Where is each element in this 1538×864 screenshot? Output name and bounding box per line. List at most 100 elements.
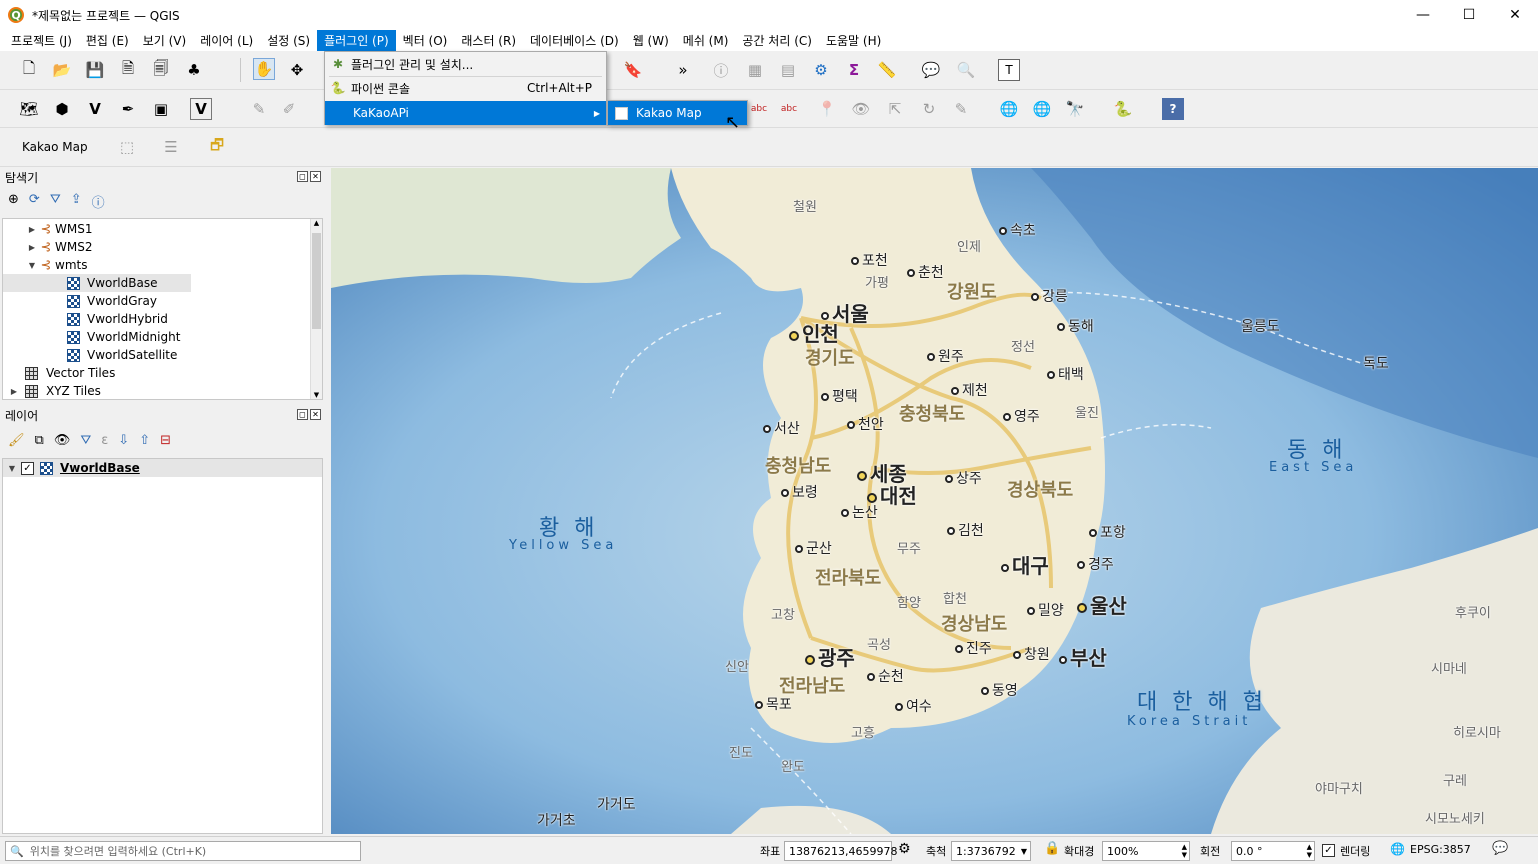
move-label-icon[interactable]: ⇱ xyxy=(884,98,906,120)
locator-search-input[interactable]: 🔍 위치를 찾으려면 입력하세요 (Ctrl+K) xyxy=(5,841,361,861)
toggle-edit-icon[interactable]: ✐ xyxy=(278,98,300,120)
properties-icon[interactable]: ⓘ xyxy=(92,192,105,211)
measure-icon[interactable]: 📏 xyxy=(876,59,898,81)
processing-toolbox-icon[interactable]: ⚙ xyxy=(810,59,832,81)
layout-manager-icon[interactable]: 🗐 xyxy=(150,59,172,81)
filter-legend-icon[interactable]: ⛛ xyxy=(80,433,91,448)
collapse-all-icon[interactable]: ⇧ xyxy=(139,433,150,448)
browser-item-vworldgray[interactable]: VworldGray xyxy=(67,292,157,310)
new-project-icon[interactable]: 🗋 xyxy=(18,59,40,81)
close-panel-icon[interactable]: ✕ xyxy=(310,409,321,420)
messages-icon[interactable]: 💬 xyxy=(1492,841,1508,856)
show-label-icon[interactable]: 👁 xyxy=(850,98,872,120)
map-canvas[interactable]: 철원 속초 포천 인제 가평 춘천 강릉 서울 인천 동해 울릉도 독도 경기도… xyxy=(331,168,1538,834)
render-checkbox[interactable]: ✓ xyxy=(1322,844,1335,857)
menu-database[interactable]: 데이터베이스 (D) xyxy=(523,30,626,51)
menu-project[interactable]: 프로젝트 (J) xyxy=(4,30,79,51)
toolbar-overflow-icon[interactable]: » xyxy=(672,59,694,81)
layer-item-vworldbase[interactable]: ▼ ✓ VworldBase xyxy=(3,459,322,477)
menu-edit[interactable]: 편집 (E) xyxy=(79,30,136,51)
field-calculator-icon[interactable]: ▤ xyxy=(777,59,799,81)
maximize-button[interactable]: ☐ xyxy=(1446,0,1492,30)
digitize-icon[interactable]: ✒ xyxy=(117,98,139,120)
virtual-layer-icon[interactable]: V xyxy=(190,98,212,120)
change-label-icon[interactable]: ✎ xyxy=(950,98,972,120)
manage-visibility-icon[interactable]: 👁 xyxy=(54,433,71,448)
new-print-layout-icon[interactable]: 🗎 xyxy=(117,59,139,81)
menu-item-kakaoapi[interactable]: KaKaoAPi ▶ xyxy=(325,101,606,125)
add-wcs-icon[interactable]: 🌐 xyxy=(1031,98,1053,120)
help-icon[interactable]: ? xyxy=(1162,98,1184,120)
magnifier-field[interactable]: 100% ▲ ▼ xyxy=(1102,841,1190,861)
add-wms-icon[interactable]: 🌐 xyxy=(998,98,1020,120)
expand-all-icon[interactable]: ⇩ xyxy=(118,433,129,448)
pin-label-icon[interactable]: 📍 xyxy=(816,98,838,120)
text-annotation-icon[interactable]: T xyxy=(998,59,1020,81)
float-panel-icon[interactable]: ◻ xyxy=(297,171,308,182)
select-features-icon[interactable]: ⬚ xyxy=(116,136,138,158)
add-group-icon[interactable]: ⧉ xyxy=(35,433,44,448)
python-console-icon[interactable]: 🐍 xyxy=(1112,98,1134,120)
minimize-button[interactable]: — xyxy=(1400,0,1446,30)
rotation-field[interactable]: 0.0 ° ▲ ▼ xyxy=(1231,841,1315,861)
remove-layer-icon[interactable]: ⊟ xyxy=(160,433,171,448)
label-highlight-icon[interactable]: abc xyxy=(778,98,800,120)
attribute-table-icon[interactable]: ▦ xyxy=(744,59,766,81)
zoom-to-layer-icon[interactable]: 🔍 xyxy=(955,59,977,81)
menu-plugins[interactable]: 플러그인 (P) xyxy=(317,30,396,51)
deselect-icon[interactable]: 🗗 xyxy=(206,136,228,158)
scrollbar-thumb[interactable] xyxy=(312,233,321,329)
style-panel-icon[interactable]: 🖌 xyxy=(8,433,25,448)
close-panel-icon[interactable]: ✕ xyxy=(310,171,321,182)
statistics-icon[interactable]: Σ xyxy=(843,59,865,81)
menu-help[interactable]: 도움말 (H) xyxy=(819,30,888,51)
coordinate-field[interactable]: 13876213,4659978 xyxy=(784,841,897,861)
menu-item-python-console[interactable]: 🐍 파이썬 콘솔 Ctrl+Alt+P xyxy=(325,76,606,100)
map-tips-icon[interactable]: 💬 xyxy=(920,59,942,81)
filter-browser-icon[interactable]: ⛛ xyxy=(50,192,61,211)
browser-scrollbar[interactable]: ▲ ▼ xyxy=(310,219,322,399)
toggle-extents-icon[interactable]: ⚙ xyxy=(898,841,911,857)
edit-pencil-icon[interactable]: ✎ xyxy=(248,98,270,120)
menu-raster[interactable]: 래스터 (R) xyxy=(454,30,523,51)
select-attributes-icon[interactable]: ☰ xyxy=(160,136,182,158)
collapse-all-icon[interactable]: ⇪ xyxy=(71,192,82,211)
menu-item-manage-plugins[interactable]: ✱ 플러그인 관리 및 설치... xyxy=(325,52,606,76)
chevron-down-icon[interactable]: ▼ xyxy=(1021,847,1027,856)
browser-item-vworldbase[interactable]: VworldBase xyxy=(3,274,191,292)
metasearch-icon[interactable]: 🔭 xyxy=(1064,98,1086,120)
filter-expression-icon[interactable]: ε xyxy=(101,433,108,448)
add-raster-icon[interactable]: ▣ xyxy=(150,98,172,120)
browser-item-vworldsatellite[interactable]: VworldSatellite xyxy=(67,346,177,364)
data-source-manager-icon[interactable]: 🗺 xyxy=(18,98,40,120)
bookmark-icon[interactable]: 🔖 xyxy=(622,59,644,81)
browser-item-vector-tiles[interactable]: Vector Tiles xyxy=(25,364,115,382)
spinner-icon[interactable]: ▲ ▼ xyxy=(1182,843,1187,859)
menu-processing[interactable]: 공간 처리 (C) xyxy=(735,30,819,51)
pan-map-icon[interactable]: ✋ xyxy=(253,58,275,80)
add-selected-layers-icon[interactable]: ⊕ xyxy=(8,192,19,211)
menu-view[interactable]: 보기 (V) xyxy=(136,30,193,51)
menu-settings[interactable]: 설정 (S) xyxy=(260,30,317,51)
add-vector-layer-icon[interactable]: V xyxy=(84,98,106,120)
kakao-map-button[interactable]: Kakao Map xyxy=(22,140,88,154)
crs-button[interactable]: EPSG:3857 xyxy=(1410,843,1471,856)
browser-item-vworldhybrid[interactable]: VworldHybrid xyxy=(67,310,168,328)
browser-item-wmts[interactable]: ▼ ⊰ wmts xyxy=(27,256,88,274)
lock-icon[interactable]: 🔒 xyxy=(1044,841,1060,856)
label-tool-icon[interactable]: abc xyxy=(748,98,770,120)
browser-item-wms1[interactable]: ▶ ⊰ WMS1 xyxy=(27,220,93,238)
spinner-icon[interactable]: ▲ ▼ xyxy=(1307,843,1312,859)
identify-icon[interactable]: ⓘ xyxy=(710,59,732,81)
menu-vector[interactable]: 벡터 (O) xyxy=(396,30,455,51)
browser-item-vworldmidnight[interactable]: VworldMidnight xyxy=(67,328,180,346)
menu-mesh[interactable]: 메쉬 (M) xyxy=(676,30,736,51)
layer-visibility-checkbox[interactable]: ✓ xyxy=(21,461,34,475)
browser-item-xyz-tiles[interactable]: ▶ XYZ Tiles xyxy=(9,382,101,400)
pan-to-selection-icon[interactable]: ✥ xyxy=(286,59,308,81)
new-geopackage-icon[interactable]: ⬢ xyxy=(51,98,73,120)
refresh-icon[interactable]: ⟳ xyxy=(29,192,40,211)
menu-web[interactable]: 웹 (W) xyxy=(626,30,676,51)
scale-field[interactable]: 1:3736792 ▼ xyxy=(951,841,1031,861)
open-project-icon[interactable]: 📂 xyxy=(51,59,73,81)
